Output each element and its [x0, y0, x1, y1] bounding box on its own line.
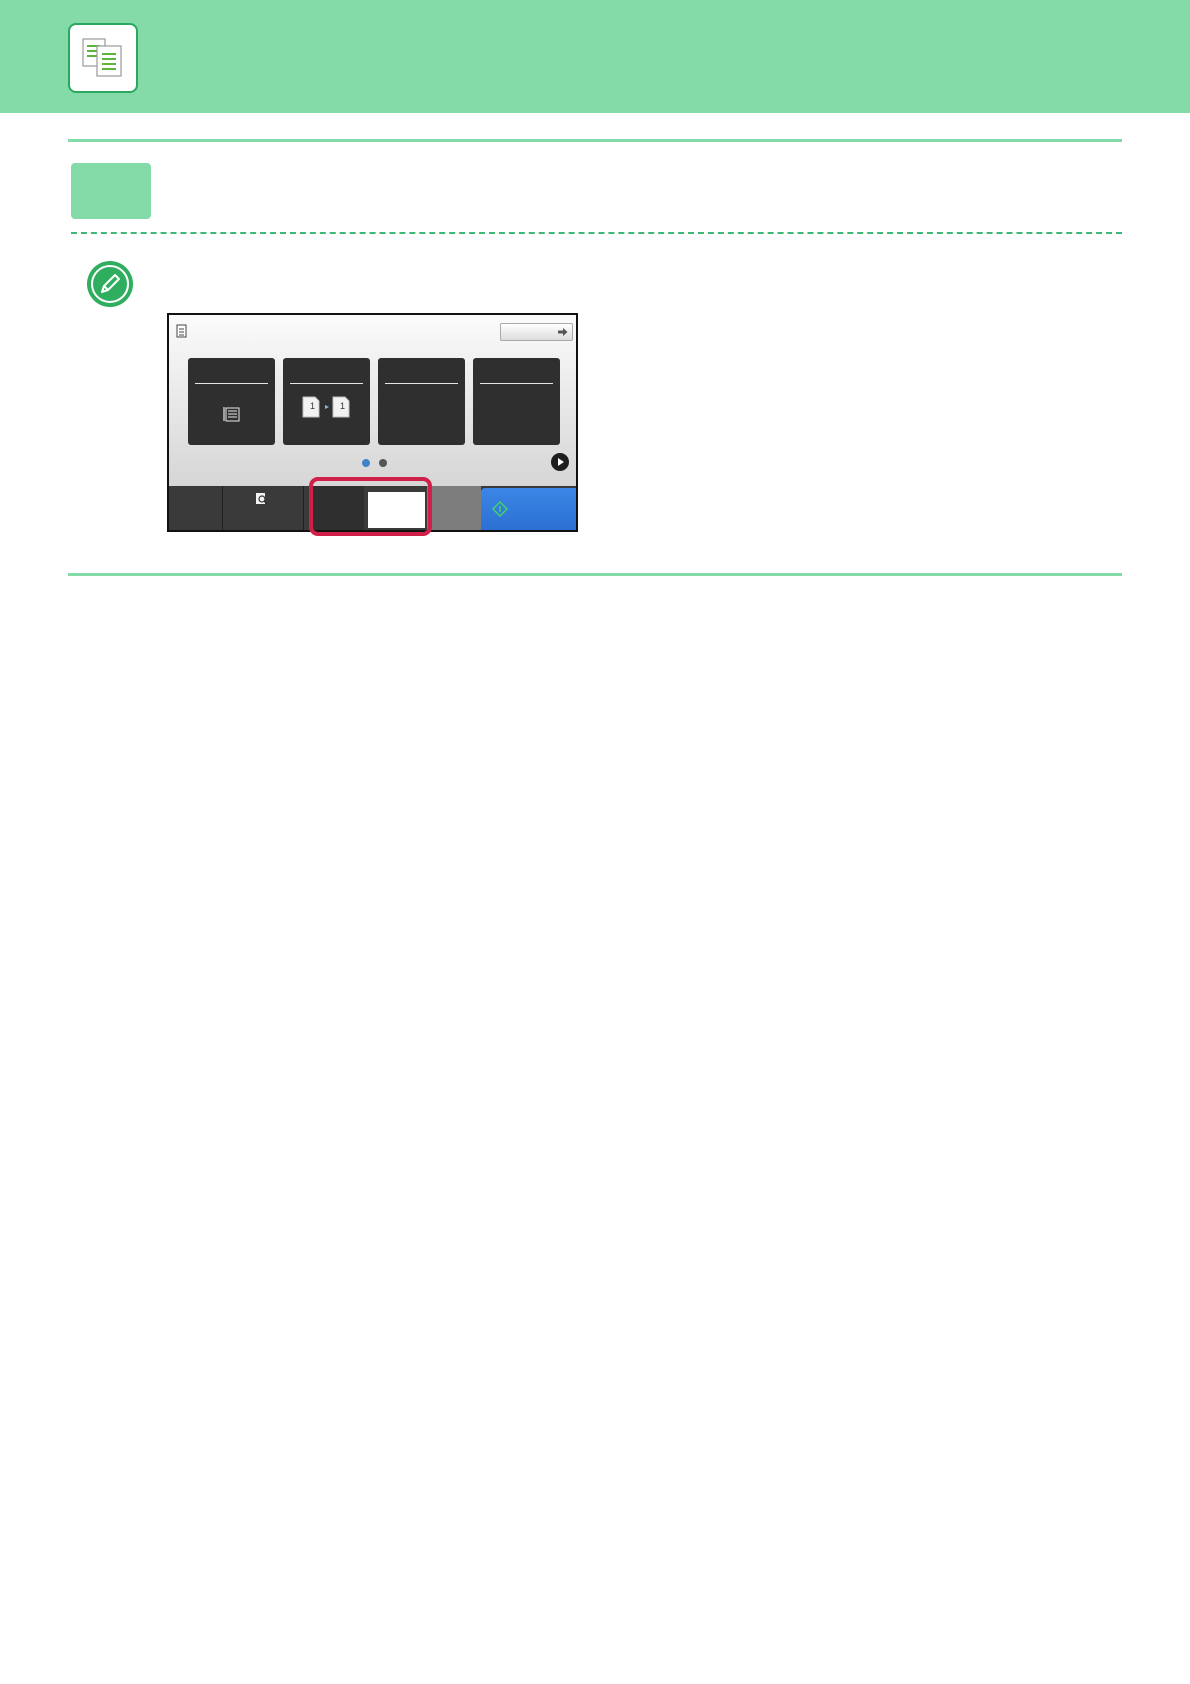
start-button[interactable]: [481, 488, 576, 530]
section-top-rule: [68, 139, 1122, 142]
preview-button[interactable]: [223, 486, 304, 530]
original-document-icon: [223, 407, 240, 422]
settings-tile-4[interactable]: [473, 358, 560, 445]
copies-highlight-frame: [309, 477, 432, 536]
next-page-button[interactable]: [551, 453, 569, 471]
preview-magnifier-icon: [256, 493, 268, 505]
settings-tile-duplex[interactable]: 1 1: [283, 358, 370, 445]
settings-tile-original[interactable]: [188, 358, 275, 445]
tile-divider: [195, 383, 268, 384]
bottom-button-1[interactable]: [169, 486, 223, 530]
header-band: [0, 0, 1190, 113]
copy-mode-logo: [68, 23, 138, 93]
section-bottom-rule: [68, 573, 1122, 576]
page-indicator: [379, 459, 387, 467]
svg-text:1: 1: [340, 401, 345, 411]
pencil-note-icon: [87, 261, 133, 307]
play-arrow-icon: [558, 458, 564, 466]
step-number-box: [71, 163, 151, 219]
one-to-one-sided-icon: 1 1: [302, 396, 350, 418]
tile-divider: [480, 383, 553, 384]
bottom-spacer: [427, 486, 481, 530]
tile-divider: [385, 383, 458, 384]
page-indicator-active: [362, 459, 370, 467]
settings-tile-3[interactable]: [378, 358, 465, 445]
copy-mode-icon: [176, 324, 187, 338]
tile-divider: [290, 383, 363, 384]
copy-mode-icon: [82, 38, 122, 77]
svg-text:1: 1: [310, 401, 315, 411]
next-screen-button[interactable]: [500, 323, 573, 341]
dashed-separator: [71, 232, 1122, 234]
start-diamond-icon: [492, 501, 508, 517]
arrow-right-icon: [558, 328, 568, 336]
